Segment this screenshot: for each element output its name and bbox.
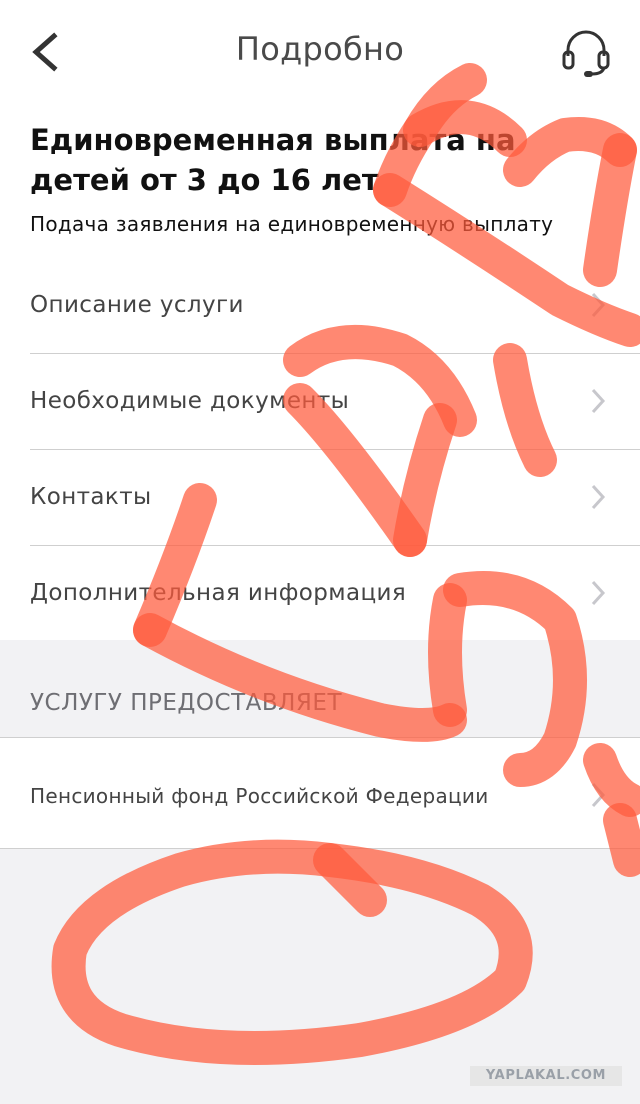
service-title: Единовременная выплата на детей от 3 до … (30, 123, 516, 197)
provider-row[interactable]: Пенсионный фонд Российской Федерации (0, 737, 640, 849)
service-menu: Описание услуги Необходимые документы Ко… (0, 258, 640, 642)
menu-item-label: Дополнительная информация (30, 580, 407, 606)
menu-item-description[interactable]: Описание услуги (0, 258, 640, 354)
chevron-right-icon (591, 782, 606, 808)
chevron-right-icon (591, 292, 606, 318)
section-header: УСЛУГУ ПРЕДОСТАВЛЯЕТ (30, 690, 342, 716)
navigation-bar: Подробно (0, 0, 640, 104)
menu-item-contacts[interactable]: Контакты (0, 450, 640, 546)
chevron-right-icon (591, 484, 606, 510)
chevron-right-icon (591, 388, 606, 414)
menu-item-label: Описание услуги (30, 292, 244, 318)
menu-item-additional-info[interactable]: Дополнительная информация (0, 546, 640, 642)
provider-label: Пенсионный фонд Российской Федерации (30, 784, 489, 808)
menu-item-label: Необходимые документы (30, 388, 350, 414)
headset-icon[interactable] (558, 26, 614, 80)
chevron-right-icon (591, 580, 606, 606)
menu-item-label: Контакты (30, 484, 152, 510)
menu-item-documents[interactable]: Необходимые документы (0, 354, 640, 450)
watermark: YAPLAKAL.COM (470, 1066, 622, 1086)
page-title: Подробно (235, 30, 405, 68)
service-subtitle: Подача заявления на единовременную выпла… (30, 212, 554, 236)
